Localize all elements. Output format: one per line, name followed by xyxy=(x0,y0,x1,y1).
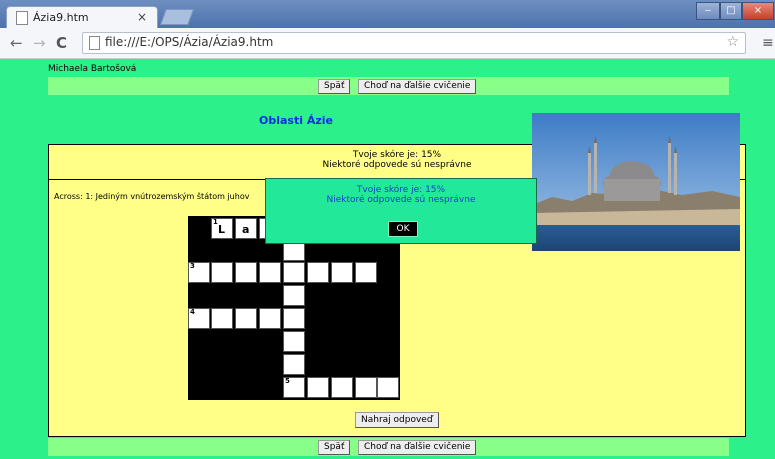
new-tab-button[interactable] xyxy=(160,9,194,25)
menu-icon[interactable]: ≡ xyxy=(762,35,774,51)
crossword-cell[interactable] xyxy=(355,262,377,283)
cell-letter: L xyxy=(218,223,226,236)
next-exercise-button[interactable]: Choď na ďalšie cvičenie xyxy=(358,79,477,94)
minimize-button[interactable]: ‒ xyxy=(696,2,720,20)
crossword-cell[interactable] xyxy=(331,377,353,398)
next-exercise-button[interactable]: Choď na ďalšie cvičenie xyxy=(358,440,477,455)
author-name: Michaela Bartošová xyxy=(48,64,137,74)
crossword-cell[interactable] xyxy=(283,354,305,375)
browser-tab[interactable]: Ázia9.htm × xyxy=(6,6,158,29)
crossword-cell[interactable] xyxy=(259,262,281,283)
dialog-feedback-text: Niektoré odpovede sú nesprávne xyxy=(326,195,476,205)
clue-number: 5 xyxy=(285,377,290,385)
crossword-cell[interactable]: 4 xyxy=(188,308,210,329)
cell-letter: a xyxy=(242,223,250,236)
page-title: Oblasti Ázie xyxy=(259,114,333,127)
clue-text: Across: 1: Jediným vnútrozemským štátom … xyxy=(54,192,250,201)
back-button[interactable]: Späť xyxy=(318,440,351,455)
browser-toolbar: ← → C file:///E:/OPS/Ázia/Ázia9.htm ☆ xyxy=(0,28,775,59)
crossword-cell[interactable] xyxy=(283,331,305,352)
crossword-cell[interactable] xyxy=(307,262,329,283)
crossword-cell[interactable] xyxy=(283,308,305,329)
crossword-cell[interactable] xyxy=(211,308,233,329)
clue-number: 3 xyxy=(190,262,195,270)
crossword-cell[interactable] xyxy=(211,262,233,283)
dialog-score-text: Tvoje skóre je: 15% xyxy=(356,185,446,195)
crossword-cell[interactable] xyxy=(331,262,353,283)
crossword-cell[interactable]: 1L xyxy=(211,218,233,239)
crossword-cell[interactable] xyxy=(283,262,305,283)
submit-answer-button[interactable]: Nahraj odpoveď xyxy=(355,412,439,428)
close-window-button[interactable]: × xyxy=(742,2,774,20)
crossword-cell[interactable] xyxy=(283,285,305,306)
bottom-nav-bar: Späť Choď na ďalšie cvičenie xyxy=(48,438,729,456)
crossword-cell[interactable] xyxy=(355,377,377,398)
crossword-cell[interactable]: a xyxy=(235,218,257,239)
title-bar: Ázia9.htm × ‒ □ × xyxy=(0,0,775,29)
crossword-cell[interactable]: 5 xyxy=(283,377,305,398)
bookmark-star-icon[interactable]: ☆ xyxy=(726,34,739,50)
crossword-cell[interactable] xyxy=(307,377,329,398)
address-bar[interactable]: file:///E:/OPS/Ázia/Ázia9.htm ☆ xyxy=(82,32,746,54)
ok-button[interactable]: OK xyxy=(388,221,418,237)
forward-arrow-icon[interactable]: → xyxy=(33,34,46,52)
document-icon xyxy=(89,36,100,50)
crossword-cell[interactable] xyxy=(259,308,281,329)
back-button[interactable]: Späť xyxy=(318,79,351,94)
tab-title: Ázia9.htm xyxy=(33,11,89,24)
istanbul-mosque-photo xyxy=(532,113,740,251)
score-dialog: Tvoje skóre je: 15% Niektoré odpovede sú… xyxy=(265,178,537,244)
reload-icon[interactable]: C xyxy=(56,34,67,52)
crossword-cell[interactable] xyxy=(235,262,257,283)
crossword-cell[interactable]: 3 xyxy=(188,262,210,283)
url-text[interactable]: file:///E:/OPS/Ázia/Ázia9.htm xyxy=(105,35,273,49)
page-icon xyxy=(16,11,28,25)
crossword-cell[interactable] xyxy=(377,377,399,398)
crossword-cell[interactable] xyxy=(235,308,257,329)
clue-number: 4 xyxy=(190,308,195,316)
tab-close-icon[interactable]: × xyxy=(137,10,147,24)
back-arrow-icon[interactable]: ← xyxy=(10,34,23,52)
top-nav-bar: Späť Choď na ďalšie cvičenie xyxy=(48,77,729,95)
maximize-button[interactable]: □ xyxy=(720,2,742,20)
